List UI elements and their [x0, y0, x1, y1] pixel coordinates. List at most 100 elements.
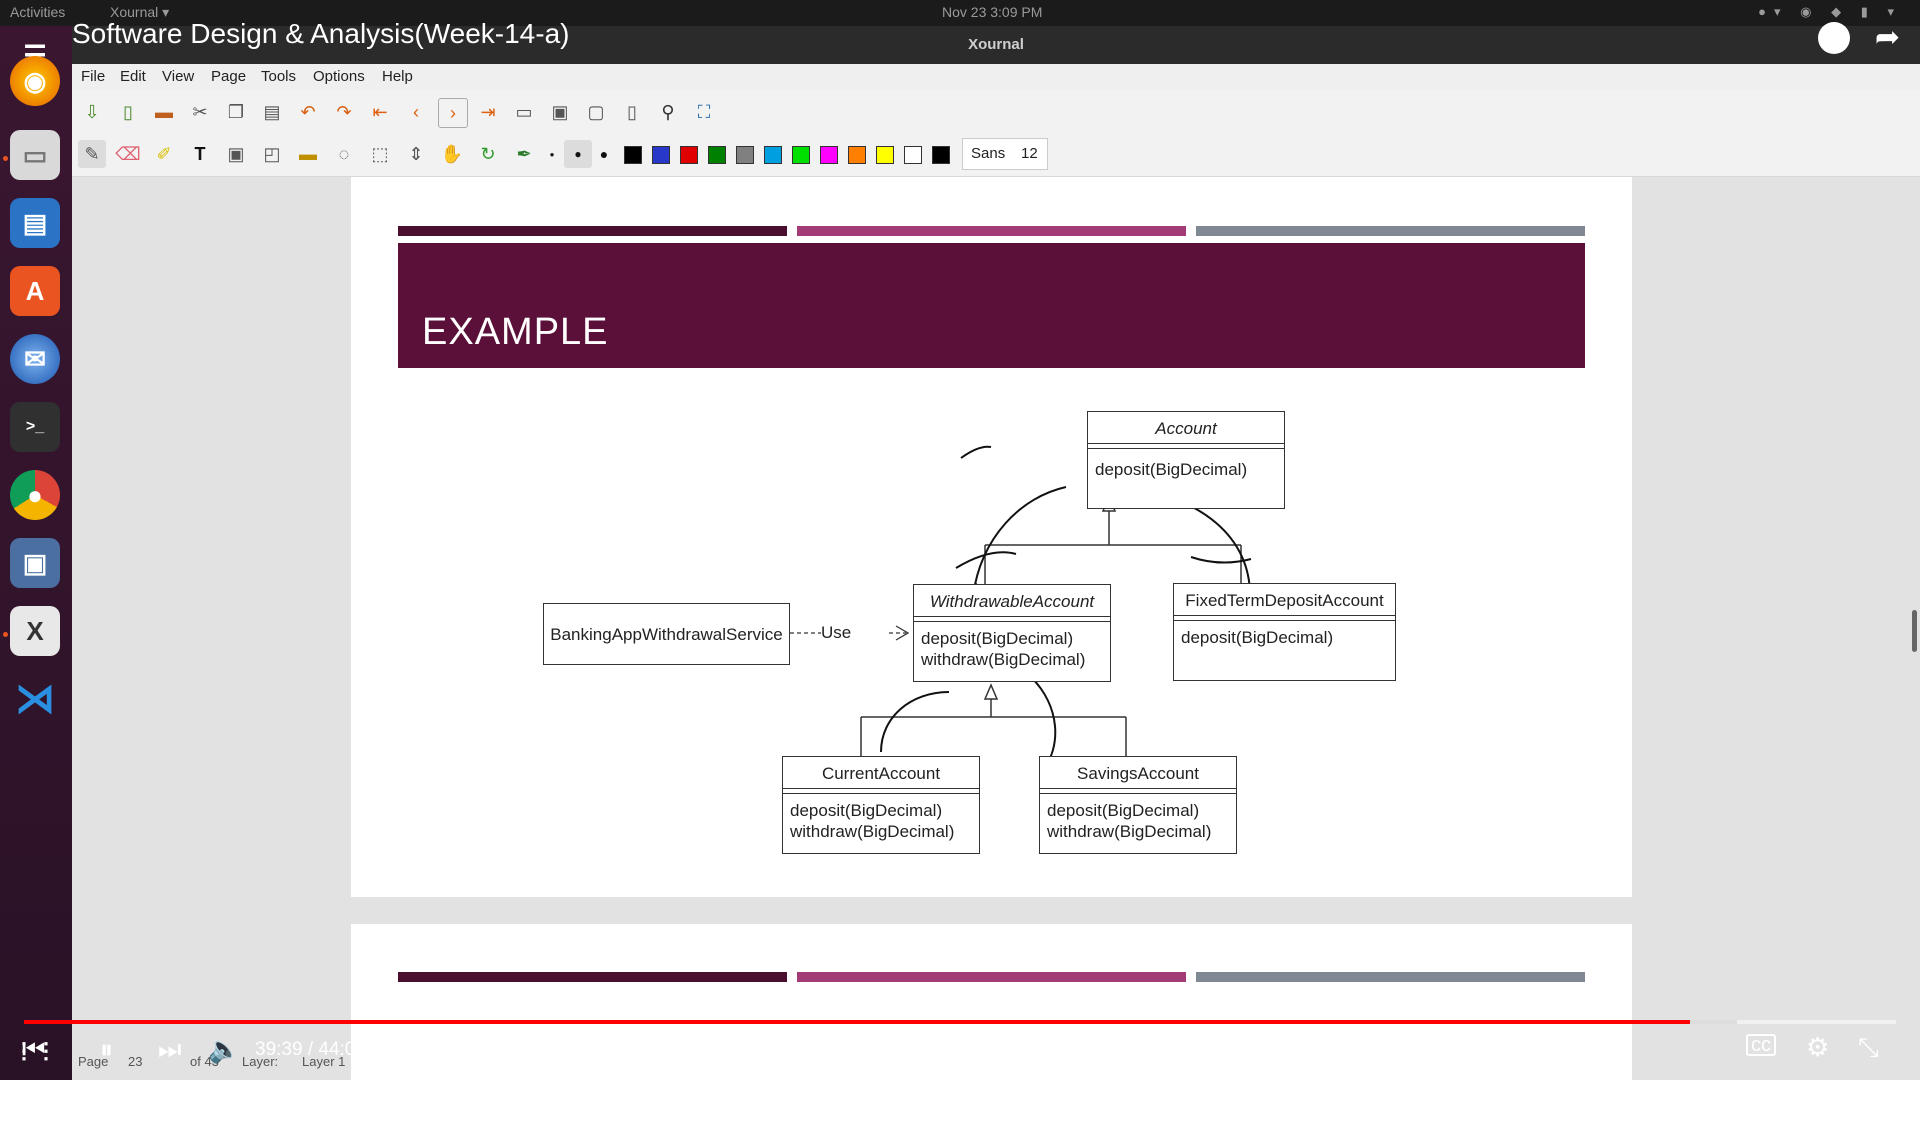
withdrawable-account-class[interactable]: WithdrawableAccount deposit(BigDecimal) … — [913, 584, 1111, 682]
pen-icon[interactable]: ✎ — [78, 140, 106, 168]
color-swatch[interactable] — [736, 146, 754, 164]
thick-line-icon[interactable]: ● — [590, 140, 618, 168]
rect-select-icon[interactable]: ⬚ — [366, 140, 394, 168]
terminal-icon[interactable]: >_ — [10, 402, 60, 452]
zoom-in-icon[interactable]: ▢ — [582, 98, 610, 126]
divider — [914, 616, 1110, 617]
page-number-field[interactable]: 23 — [128, 1054, 142, 1069]
screenshot-tool-icon[interactable]: ▣ — [10, 538, 60, 588]
activities-button[interactable]: Activities — [10, 4, 65, 20]
xournal-icon[interactable]: X — [10, 606, 60, 656]
open-folder-icon[interactable]: ▬ — [150, 98, 178, 126]
account-class[interactable]: Account deposit(BigDecimal) — [1087, 411, 1285, 509]
settings-gear-icon[interactable]: ⚙ — [1806, 1032, 1829, 1063]
menu-edit[interactable]: Edit — [120, 68, 146, 85]
default-tool-icon[interactable]: ↻ — [474, 140, 502, 168]
system-tray[interactable]: ●▾ ◉ ◆ ▮ ▾ — [1758, 4, 1902, 20]
divider — [1088, 443, 1284, 444]
color-swatch[interactable] — [792, 146, 810, 164]
text-tool-icon[interactable]: T — [186, 140, 214, 168]
chrome-icon[interactable]: ● — [10, 470, 60, 520]
method: withdraw(BigDecimal) — [1047, 822, 1212, 841]
first-page-icon[interactable]: ⇤ — [366, 98, 394, 126]
chevron-down-icon[interactable]: ⌄ — [950, 1028, 967, 1053]
highlighter-icon[interactable]: ✐ — [150, 140, 178, 168]
color-swatch[interactable] — [624, 146, 642, 164]
menu-help[interactable]: Help — [382, 68, 413, 85]
cut-icon[interactable]: ✂ — [186, 98, 214, 126]
files-icon[interactable]: ▭ — [10, 130, 60, 180]
default-pen-icon[interactable]: ✒ — [510, 140, 538, 168]
color-swatch[interactable] — [848, 146, 866, 164]
video-title[interactable]: Software Design & Analysis(Week-14-a) — [72, 18, 569, 50]
share-icon[interactable]: ➦ — [1875, 20, 1900, 55]
video-time: 39:39 / 44:05 — [255, 1039, 366, 1060]
lasso-select-icon[interactable]: ◌ — [330, 140, 358, 168]
vscode-icon[interactable]: ⋊ — [10, 674, 60, 724]
redo-icon[interactable]: ↷ — [330, 98, 358, 126]
undo-icon[interactable]: ↶ — [294, 98, 322, 126]
color-swatch[interactable] — [820, 146, 838, 164]
shape-recognizer-icon[interactable]: ◰ — [258, 140, 286, 168]
menu-tools[interactable]: Tools — [261, 68, 296, 85]
software-center-icon[interactable]: A — [10, 266, 60, 316]
divider — [783, 793, 979, 794]
font-name: Sans — [971, 145, 1006, 162]
thin-line-icon[interactable]: ● — [538, 140, 566, 168]
writer-icon[interactable]: ▤ — [10, 198, 60, 248]
use-label: Use — [821, 623, 851, 642]
slide-page[interactable]: EXAMPLE Use Account deposit(BigDecimal) … — [351, 177, 1632, 897]
previous-page-icon[interactable]: ‹ — [402, 98, 430, 126]
service-class[interactable]: BankingAppWithdrawalService — [543, 603, 790, 665]
fixed-term-deposit-account-class[interactable]: FixedTermDepositAccount deposit(BigDecim… — [1173, 583, 1396, 681]
ruler-icon[interactable]: ▬ — [294, 140, 322, 168]
font-selector[interactable]: Sans 12 — [962, 138, 1048, 170]
page-width-icon[interactable]: ▯ — [618, 98, 646, 126]
color-swatch[interactable] — [680, 146, 698, 164]
menu-file[interactable]: File — [81, 68, 105, 85]
color-swatch[interactable] — [708, 146, 726, 164]
hand-tool-icon[interactable]: ✋ — [438, 140, 466, 168]
vertical-space-icon[interactable]: ⇕ — [402, 140, 430, 168]
fullscreen-icon[interactable]: ⛶ — [690, 98, 718, 126]
menu-options[interactable]: Options — [313, 68, 365, 85]
pause-icon[interactable]: ⏸ — [100, 1034, 113, 1066]
diagram-connectors: Use — [776, 445, 1252, 771]
document-canvas[interactable]: EXAMPLE Use Account deposit(BigDecimal) … — [72, 177, 1920, 1124]
savings-account-class[interactable]: SavingsAccount deposit(BigDecimal) withd… — [1039, 756, 1237, 854]
zoom-normal-icon[interactable]: ▣ — [546, 98, 574, 126]
font-size: 12 — [1021, 145, 1038, 162]
color-swatch[interactable] — [764, 146, 782, 164]
search-icon[interactable]: ⚲ — [654, 98, 682, 126]
color-swatch[interactable] — [876, 146, 894, 164]
exit-fullscreen-icon[interactable]: ⤡ — [1858, 1032, 1879, 1064]
save-icon[interactable]: ⇩ — [78, 98, 106, 126]
thunderbird-icon[interactable]: ✉ — [10, 334, 60, 384]
menu-view[interactable]: View — [162, 68, 194, 85]
system-clock[interactable]: Nov 23 3:09 PM — [942, 4, 1042, 20]
current-color-swatch[interactable] — [932, 146, 950, 164]
color-swatch[interactable] — [652, 146, 670, 164]
next-page-icon[interactable]: › — [438, 98, 468, 128]
copy-icon[interactable]: ❐ — [222, 98, 250, 126]
menu-page[interactable]: Page — [211, 68, 246, 85]
watch-later-icon[interactable] — [1818, 22, 1850, 54]
new-file-icon[interactable]: ▯ — [114, 98, 142, 126]
medium-line-icon[interactable]: ● — [564, 140, 592, 168]
eraser-icon[interactable]: ⌫ — [114, 140, 142, 168]
color-swatch[interactable] — [904, 146, 922, 164]
previous-video-icon[interactable]: ⏮ — [22, 1034, 45, 1066]
vertical-scrollbar[interactable] — [1912, 610, 1917, 652]
image-tool-icon[interactable]: ▣ — [222, 140, 250, 168]
main-toolbar: ⇩ ▯ ▬ ✂ ❐ ▤ ↶ ↷ ⇤ ‹ › ⇥ ▭ ▣ ▢ ▯ ⚲ ⛶ — [72, 90, 1920, 132]
volume-icon[interactable]: 🔈 — [208, 1034, 240, 1065]
captions-icon[interactable]: cc — [1746, 1034, 1776, 1056]
next-video-icon[interactable]: ⏭ — [158, 1034, 181, 1066]
running-indicator — [3, 632, 8, 637]
zoom-out-icon[interactable]: ▭ — [510, 98, 538, 126]
paste-icon[interactable]: ▤ — [258, 98, 286, 126]
firefox-icon[interactable]: ◉ — [10, 56, 60, 106]
divider — [914, 621, 1110, 622]
current-account-class[interactable]: CurrentAccount deposit(BigDecimal) withd… — [782, 756, 980, 854]
last-page-icon[interactable]: ⇥ — [474, 98, 502, 126]
